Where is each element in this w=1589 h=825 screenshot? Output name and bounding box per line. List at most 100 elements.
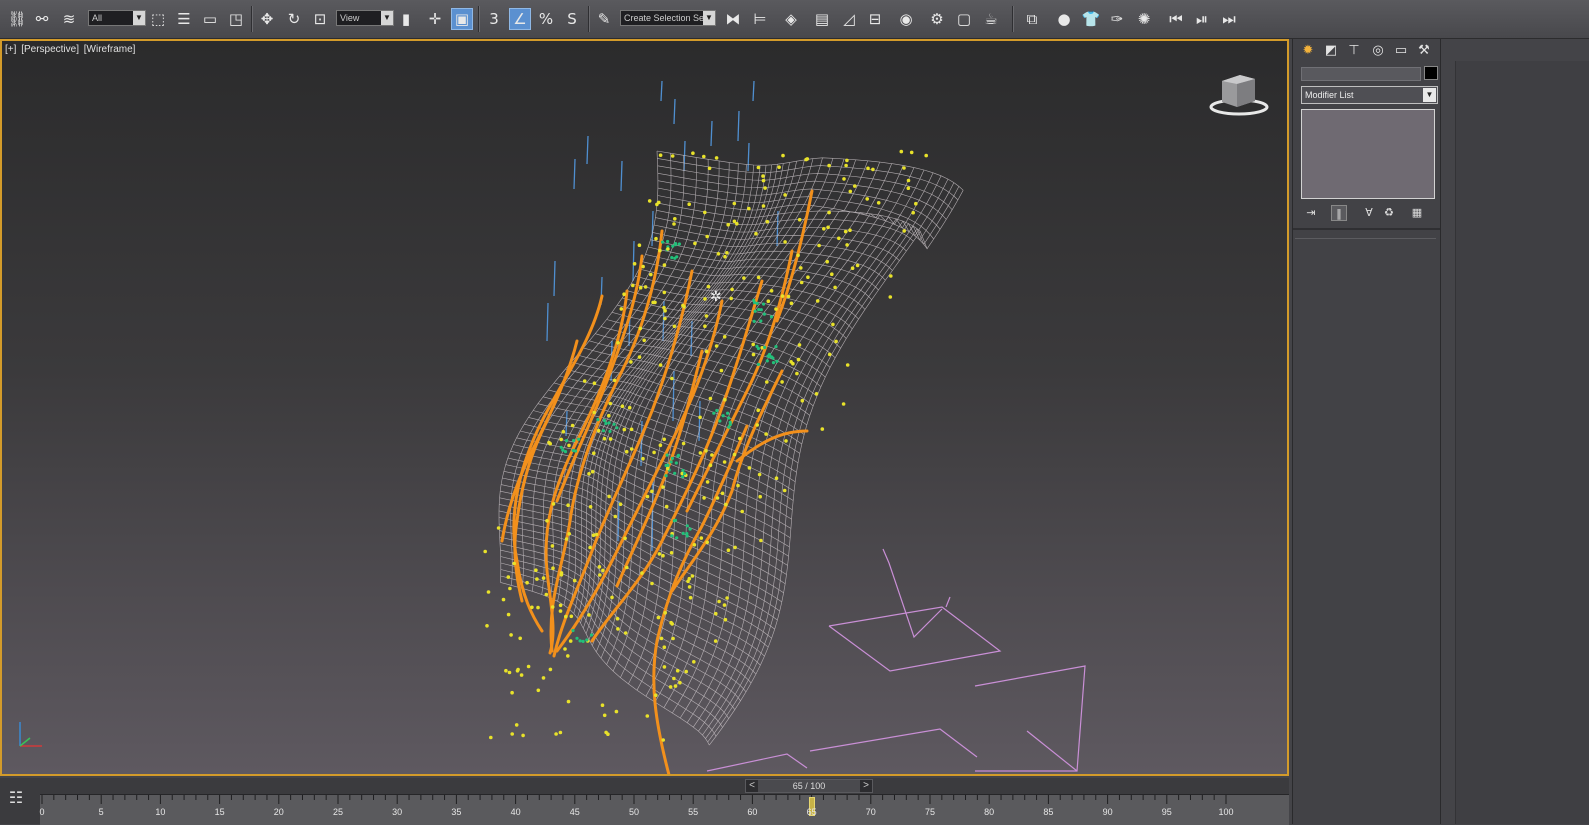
particle-yellow: [637, 355, 642, 359]
hair-brush-icon[interactable]: ✑: [1106, 8, 1128, 30]
pin-stack-icon[interactable]: ⇥: [1303, 205, 1319, 221]
render-production-icon[interactable]: ☕: [980, 8, 1002, 30]
track-bar[interactable]: 0 5 10 15 20 25 30 35 40 45 50 55 60 65 70 75 80 85 90 95 10…: [39, 794, 1289, 825]
sphere-icon[interactable]: ●: [1053, 8, 1075, 30]
render-setup-icon[interactable]: ⚙: [926, 8, 948, 30]
scale-icon[interactable]: ⊡: [309, 8, 331, 30]
unlink-icon[interactable]: ⚯: [31, 8, 53, 30]
use-pivot-center-icon[interactable]: ▮: [395, 8, 417, 30]
particle-yellow: [754, 231, 758, 236]
utilities-tab-icon[interactable]: ⚒: [1414, 42, 1434, 60]
material-editor-icon[interactable]: ◉: [895, 8, 917, 30]
particle-yellow: [657, 552, 662, 556]
particle-yellow: [797, 343, 802, 347]
particle-yellow: [615, 616, 620, 621]
particle-green: [757, 308, 761, 312]
particle-yellow: [796, 357, 801, 362]
hierarchy-tab-icon[interactable]: ⊤: [1344, 42, 1364, 60]
rendered-frame-window-icon[interactable]: ▢: [953, 8, 975, 30]
percent-snap-icon[interactable]: %: [535, 8, 557, 30]
spline-strand[interactable]: [555, 299, 724, 653]
scene-explorer-icon[interactable]: ▤: [811, 8, 833, 30]
go-to-end-icon[interactable]: ⏭: [1218, 8, 1240, 30]
bind-space-warp-icon[interactable]: ≋: [58, 8, 80, 30]
object-color-swatch[interactable]: [1424, 66, 1438, 80]
curve-editor-icon[interactable]: ◿: [838, 8, 860, 30]
align-icon[interactable]: ⊨: [749, 8, 771, 30]
cloth-shirt-icon[interactable]: 👕: [1080, 8, 1102, 30]
mesh-line: [655, 217, 907, 252]
rectangular-region-icon[interactable]: ▭: [199, 8, 221, 30]
display-tab-icon[interactable]: ▭: [1391, 42, 1411, 60]
particle-yellow: [661, 485, 665, 489]
mesh-line: [500, 549, 741, 701]
particle-yellow: [558, 603, 563, 608]
selection-filter-dropdown[interactable]: All ▼: [88, 10, 146, 26]
link-icon[interactable]: ⛓: [6, 8, 28, 30]
particle-yellow: [536, 688, 541, 693]
particle-yellow: [663, 316, 667, 321]
keyboard-shortcut-override-icon[interactable]: ▣: [451, 8, 473, 30]
timeline-config-icon[interactable]: ☷: [3, 788, 29, 810]
modifier-list-dropdown[interactable]: Modifier List ▼: [1301, 86, 1438, 104]
remove-modifier-icon[interactable]: ♻: [1381, 205, 1397, 221]
spline-strand[interactable]: [652, 424, 749, 776]
particle-yellow: [554, 732, 558, 736]
particle-green: [759, 319, 763, 323]
edit-named-selection-icon[interactable]: ✎: [593, 8, 615, 30]
spinner-snap-icon[interactable]: S: [561, 8, 583, 30]
schematic-view-icon[interactable]: ⊟: [864, 8, 886, 30]
play-icon[interactable]: ⏯: [1191, 8, 1213, 30]
particle-emitter-gizmo-icon[interactable]: ✲: [710, 289, 722, 305]
modifier-stack[interactable]: [1301, 109, 1435, 199]
perspective-viewport[interactable]: [+] [Perspective] [Wireframe] ✲: [0, 39, 1289, 776]
render-iterative-icon[interactable]: ⧉: [1021, 8, 1043, 30]
particle-yellow: [663, 309, 667, 313]
mirror-icon[interactable]: ⧓: [722, 8, 744, 30]
spline-strand[interactable]: [775, 189, 814, 323]
particle-yellow: [742, 276, 746, 280]
time-slider[interactable]: < 65 / 100 >: [745, 779, 873, 793]
toolbar-separator: [251, 6, 253, 32]
helper-objects[interactable]: [706, 548, 1086, 772]
select-by-name-icon[interactable]: ☰: [173, 8, 195, 30]
modify-tab-icon[interactable]: ◩: [1321, 42, 1341, 60]
window-crossing-icon[interactable]: ◳: [225, 8, 247, 30]
particle-yellow: [598, 573, 602, 577]
flow-splines[interactable]: [500, 189, 814, 776]
reference-coordinate-dropdown[interactable]: View ▼: [336, 10, 394, 26]
next-frame-button[interactable]: >: [860, 780, 872, 792]
rotate-icon[interactable]: ↻: [283, 8, 305, 30]
particle-green: [771, 356, 775, 360]
viewcube-icon[interactable]: [1209, 69, 1279, 119]
angle-snap-icon[interactable]: ∠: [509, 8, 531, 30]
particle-yellow: [784, 439, 788, 443]
particle-yellow: [659, 636, 664, 641]
layer-explorer-icon[interactable]: ◈: [780, 8, 802, 30]
track-ruler: [41, 795, 1227, 804]
particle-yellow: [747, 206, 751, 211]
select-object-icon[interactable]: ⬚: [147, 8, 169, 30]
show-end-result-icon[interactable]: ‖: [1331, 205, 1347, 221]
motion-tab-icon[interactable]: ◎: [1368, 42, 1388, 60]
object-name-field[interactable]: [1301, 67, 1421, 81]
scene-canvas[interactable]: ✲: [2, 41, 1289, 776]
mesh-line: [654, 161, 880, 703]
particle-yellow: [514, 723, 519, 727]
move-icon[interactable]: ✥: [256, 8, 278, 30]
go-to-start-icon[interactable]: ⏮: [1165, 8, 1187, 30]
make-unique-icon[interactable]: ∀: [1361, 205, 1377, 221]
particle-yellow: [668, 685, 673, 689]
particle-yellow: [622, 292, 626, 296]
particle-yellow: [662, 645, 667, 649]
create-tab-icon[interactable]: ✹: [1298, 42, 1318, 60]
configure-modifier-sets-icon[interactable]: ▦: [1409, 205, 1425, 221]
snap-toggle-icon[interactable]: 3: [483, 8, 505, 30]
named-selection-set-dropdown[interactable]: Create Selection Se ▼: [620, 10, 716, 26]
frame-counter[interactable]: 65 / 100: [758, 780, 860, 792]
particle-green: [670, 534, 674, 538]
select-manipulate-icon[interactable]: ✛: [424, 8, 446, 30]
particle-green: [673, 518, 678, 522]
particle-flow-icon[interactable]: ✺: [1133, 8, 1155, 30]
previous-frame-button[interactable]: <: [746, 780, 758, 792]
